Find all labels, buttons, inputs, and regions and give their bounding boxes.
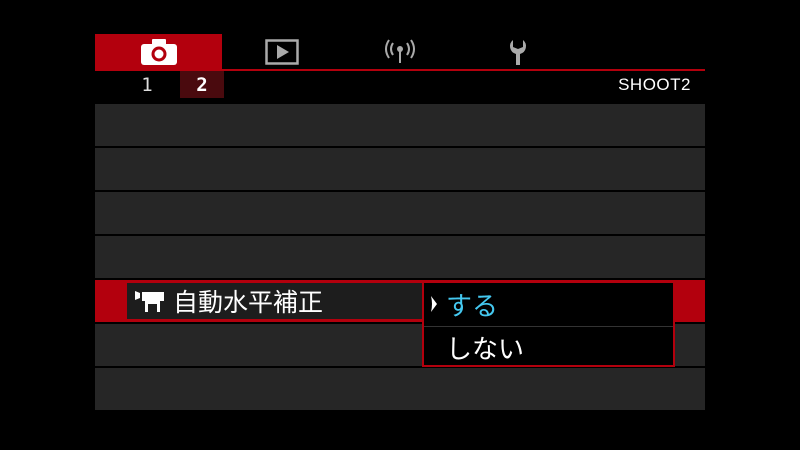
subtab-2[interactable]: 2	[180, 71, 224, 98]
tab-wireless[interactable]	[342, 34, 458, 70]
menu-row-empty	[95, 148, 705, 190]
option-disable-label: しない	[446, 334, 525, 365]
option-enable-label: する	[446, 291, 499, 322]
wrench-icon	[509, 40, 527, 65]
subtab-1[interactable]: 1	[125, 71, 169, 98]
menu-row-empty	[95, 236, 705, 278]
menu-item-label: 自動水平補正	[173, 288, 324, 317]
main-tab-bar	[95, 34, 705, 71]
tab-setup[interactable]	[458, 34, 578, 70]
option-dropdown: する しない	[422, 281, 675, 367]
menu-row-empty	[95, 368, 705, 410]
menu-page-label: SHOOT2	[618, 75, 691, 94]
movie-camera-icon	[133, 286, 173, 316]
camera-icon	[140, 39, 177, 65]
camera-menu-screen: 1 2 SHOOT2 自動水平補正 する しない	[95, 34, 705, 412]
playback-icon	[265, 39, 299, 65]
menu-row-empty	[95, 192, 705, 234]
tab-playback[interactable]	[222, 34, 342, 70]
sub-tab-row: 1 2 SHOOT2	[95, 71, 705, 98]
selection-cursor-icon	[424, 295, 444, 313]
menu-row-empty	[95, 104, 705, 146]
tab-shooting[interactable]	[95, 34, 222, 70]
option-enable[interactable]: する	[424, 284, 673, 324]
menu-item-auto-level[interactable]: 自動水平補正	[127, 283, 423, 319]
option-disable[interactable]: しない	[424, 326, 673, 367]
wireless-icon	[385, 39, 415, 63]
